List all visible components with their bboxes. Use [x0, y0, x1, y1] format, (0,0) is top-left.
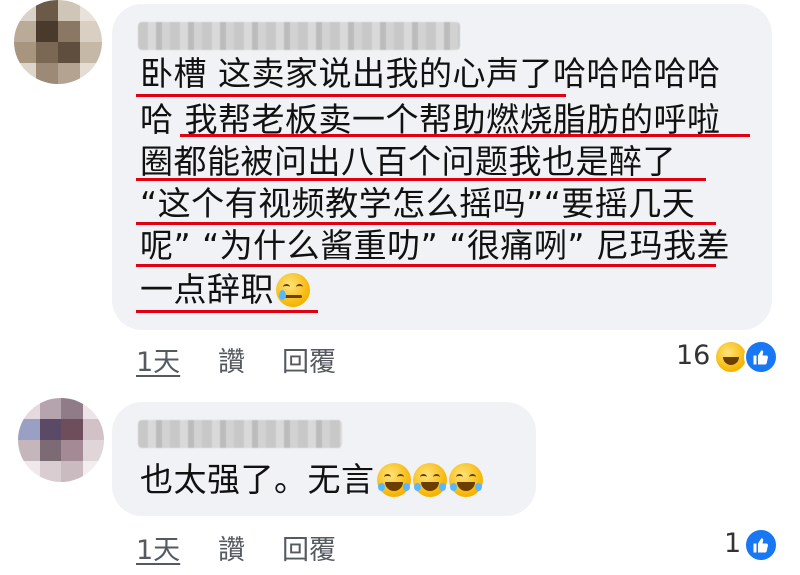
author-name-redacted[interactable]	[138, 22, 460, 50]
timestamp-link[interactable]: 1天	[136, 528, 180, 567]
crying-face-icon	[276, 273, 310, 307]
commenter-avatar[interactable]	[14, 0, 102, 84]
red-underline	[136, 94, 566, 97]
laughing-tears-icon	[376, 463, 411, 497]
red-underline	[136, 264, 716, 267]
like-reaction-icon[interactable]	[744, 340, 778, 374]
reply-button[interactable]: 回覆	[282, 340, 336, 379]
red-underline	[136, 178, 706, 181]
comment-text-line: 一点辞职	[140, 268, 310, 312]
haha-reaction-icon[interactable]	[714, 340, 748, 374]
red-underline	[136, 310, 318, 313]
reaction-count[interactable]: 1	[724, 528, 741, 559]
reply-button[interactable]: 回覆	[282, 528, 336, 567]
laughing-tears-icon	[412, 463, 447, 497]
timestamp-link[interactable]: 1天	[136, 340, 180, 379]
comment-text-line: 呢” “为什么酱重叻” “很痛咧” 尼玛我差	[140, 226, 730, 265]
author-name-redacted[interactable]	[138, 420, 342, 448]
red-underline	[180, 134, 750, 137]
like-button[interactable]: 讚	[218, 340, 245, 379]
comment-text-line: “这个有视频教学怎么摇吗”“要摇几天	[140, 184, 696, 223]
comment-text-line: 卧槽 这卖家说出我的心声了哈哈哈哈哈	[140, 54, 721, 93]
like-button[interactable]: 讚	[218, 528, 245, 567]
reaction-count[interactable]: 16	[676, 340, 710, 371]
like-reaction-icon[interactable]	[744, 528, 778, 562]
comment-text-segment: 也太强了。无言	[140, 460, 375, 499]
comment-text-segment: 一点辞职	[140, 270, 274, 309]
laughing-tears-icon	[448, 463, 483, 497]
comment-text-line: 也太强了。无言	[140, 458, 483, 502]
commenter-avatar[interactable]	[18, 398, 104, 482]
